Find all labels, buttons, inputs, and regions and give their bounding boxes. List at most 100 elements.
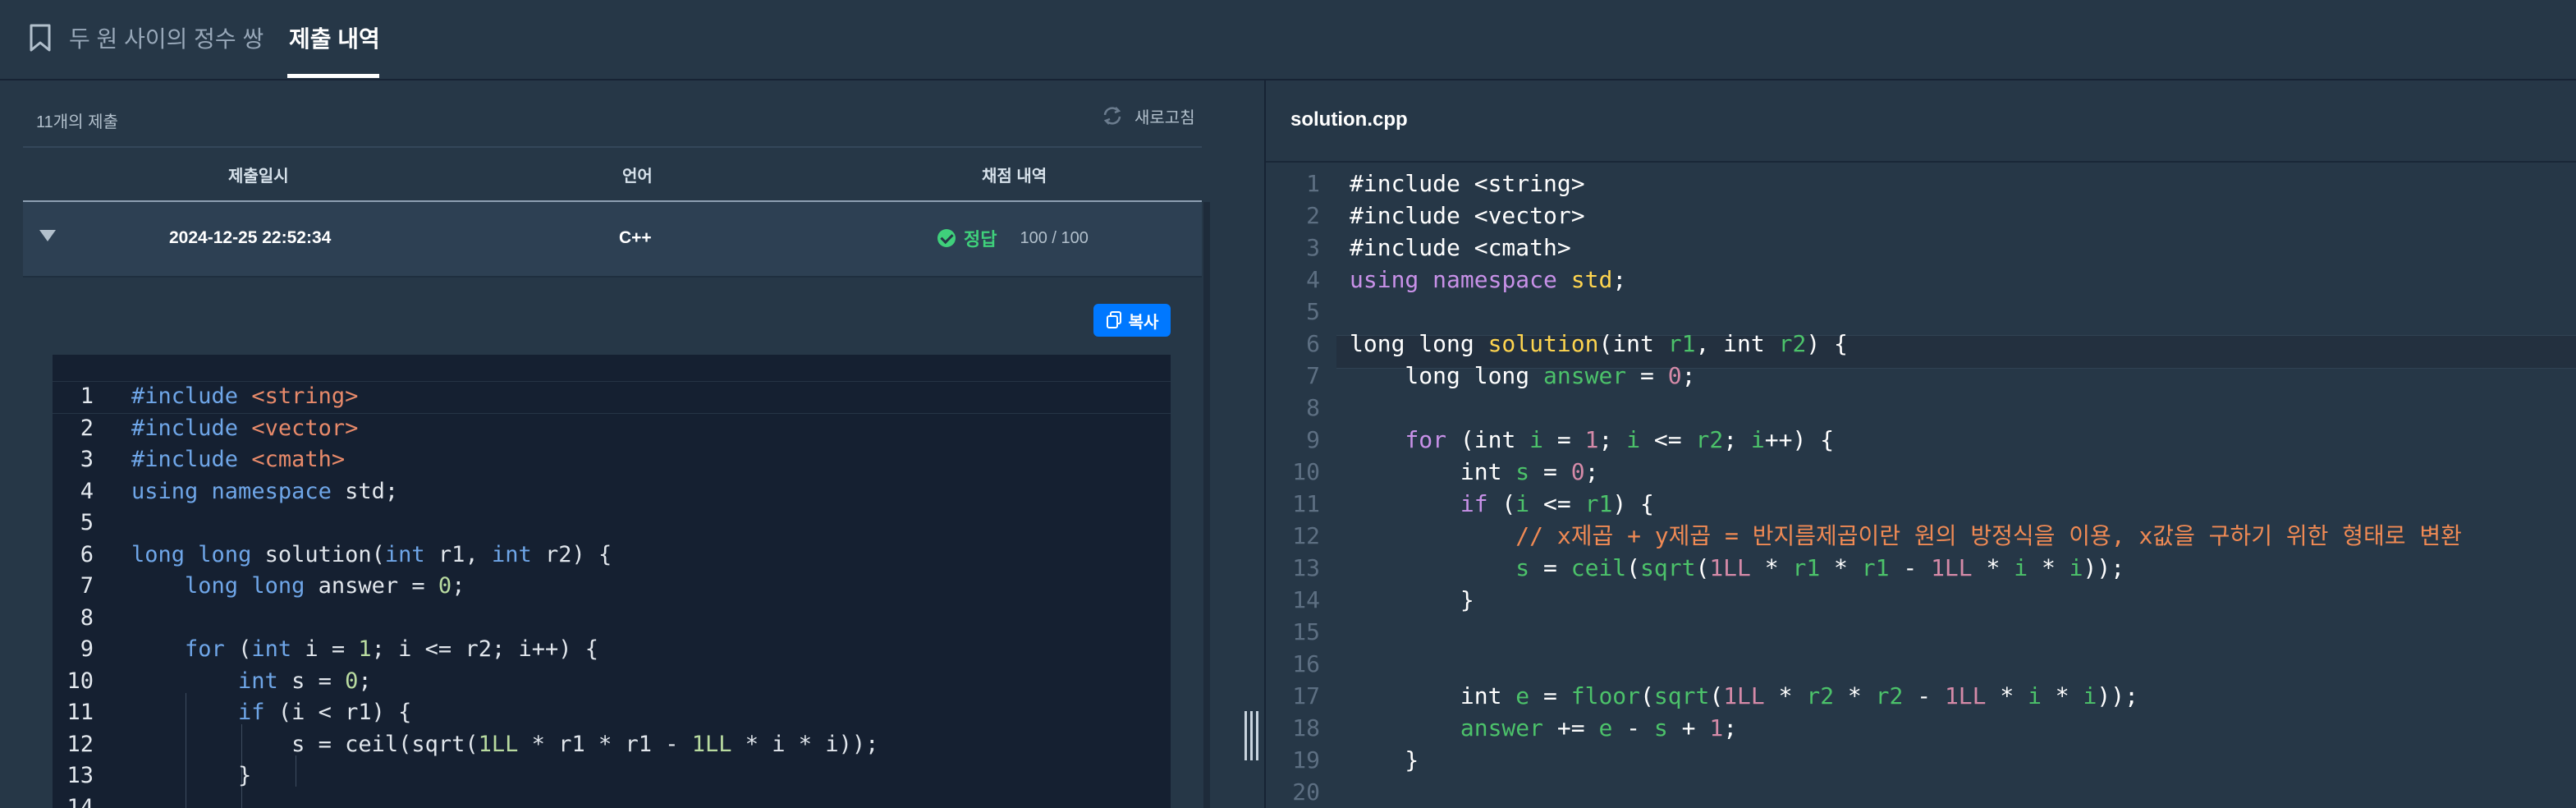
line-number: 19 xyxy=(1292,746,1320,774)
line-number: 7 xyxy=(80,573,94,599)
line-number: 6 xyxy=(80,541,94,567)
code-text: } xyxy=(1350,586,1474,613)
submission-count: 11개의 제출 xyxy=(36,113,118,131)
line-number: 4 xyxy=(1306,266,1320,293)
code-line: 9 for (int i = 1; i <= r2; i++) { xyxy=(1266,424,2576,456)
line-number: 5 xyxy=(1306,298,1320,325)
code-text: int e = floor(sqrt(1LL * r2 * r2 - 1LL *… xyxy=(1350,682,2138,709)
line-number: 11 xyxy=(1292,490,1320,517)
code-line: 14 } xyxy=(1266,584,2576,616)
code-line: 20 xyxy=(1266,776,2576,808)
column-header-result: 채점 내역 xyxy=(982,168,1047,186)
line-number: 8 xyxy=(80,604,94,631)
line-number: 2 xyxy=(80,415,94,441)
code-line: 11 if (i <= r1) { xyxy=(1266,488,2576,520)
column-header-datetime: 제출일시 xyxy=(228,168,289,186)
code-text: answer += e - s + 1; xyxy=(1460,714,1738,741)
line-number: 15 xyxy=(1292,618,1320,645)
line-number: 12 xyxy=(1292,522,1320,549)
code-text: long long solution(int r1, int r2) { xyxy=(1350,330,1848,357)
scrollbar[interactable] xyxy=(1203,202,1210,808)
bookmark-icon[interactable] xyxy=(28,23,53,53)
line-number: 9 xyxy=(1306,426,1320,453)
line-number: 10 xyxy=(66,668,94,694)
caret-down-icon[interactable] xyxy=(39,230,56,241)
code-line: 3 #include <cmath> xyxy=(1266,232,2576,264)
line-number: 6 xyxy=(1306,330,1320,357)
top-bar: 두 원 사이의 정수 쌍 제출 내역 xyxy=(0,0,2576,80)
code-text: int s = 0; xyxy=(238,668,372,694)
code-line: 3 #include <cmath> xyxy=(53,444,1171,475)
code-text: } xyxy=(131,763,252,788)
code-line: 4 using namespace std; xyxy=(1266,264,2576,296)
code-line: 9 for (int i = 1; i <= r2; i++) { xyxy=(53,634,1171,665)
code-text: s = ceil(sqrt(1LL * r1 * r1 - 1LL * i * … xyxy=(1515,554,2125,581)
copy-label: 복사 xyxy=(1128,313,1159,332)
code-line: 2 #include <vector> xyxy=(53,413,1171,444)
check-circle-icon xyxy=(937,229,956,247)
line-number: 3 xyxy=(1306,234,1320,261)
code-text: #include <cmath> xyxy=(1350,234,1571,261)
panel-resize-handle[interactable] xyxy=(1244,711,1263,760)
line-number: 7 xyxy=(1306,362,1320,389)
code-text: s = ceil(sqrt(1LL * r1 * r1 - 1LL * i * … xyxy=(131,731,879,757)
submission-language: C++ xyxy=(619,228,652,247)
line-number: 1 xyxy=(80,383,94,409)
code-line: 1 #include <string> xyxy=(1266,174,2576,200)
line-number: 5 xyxy=(80,510,94,535)
line-number: 13 xyxy=(1292,554,1320,581)
file-name: solution.cpp xyxy=(1290,108,1408,131)
code-text: long long answer = 0; xyxy=(185,573,465,599)
code-editor[interactable]: 1 #include <string> 2 #include <vector> 3 #in… xyxy=(1266,174,2576,808)
code-line: 14 xyxy=(53,792,1171,808)
code-line: 11 if (i < r1) { xyxy=(53,697,1171,728)
code-text: // x제곱 + y제곱 = 반지름제곱이란 원의 방정식을 이용, x값을 구… xyxy=(1350,522,2462,549)
code-text: if (i < r1) { xyxy=(238,700,412,725)
copy-button[interactable]: 복사 xyxy=(1093,304,1171,337)
line-number: 4 xyxy=(80,478,94,504)
code-line: 8 xyxy=(1266,392,2576,424)
line-number: 3 xyxy=(80,447,94,472)
submission-result: 정답 100 / 100 xyxy=(937,225,1089,251)
line-number: 1 xyxy=(1306,174,1320,197)
submitted-code-view[interactable]: 1 #include <string> 2 #include <vector> 3 #in… xyxy=(53,355,1171,808)
code-line: 19 } xyxy=(1266,744,2576,776)
tab-submissions[interactable]: 제출 내역 xyxy=(289,21,380,54)
code-line: 5 xyxy=(53,507,1171,539)
line-number: 2 xyxy=(1306,202,1320,229)
line-number: 14 xyxy=(1292,586,1320,613)
code-line: 4 using namespace std; xyxy=(53,476,1171,507)
line-number: 16 xyxy=(1292,650,1320,677)
problem-title[interactable]: 두 원 사이의 정수 쌍 xyxy=(69,21,264,54)
editor-panel: solution.cpp 1 #include <string> 2 #include… xyxy=(1264,80,2576,808)
line-number: 17 xyxy=(1292,682,1320,709)
code-line: 7 long long answer = 0; xyxy=(1266,360,2576,392)
table-row[interactable]: 2024-12-25 22:52:34 C++ 정답 100 / 100 xyxy=(23,202,1202,278)
code-line: 12 // x제곱 + y제곱 = 반지름제곱이란 원의 방정식을 이용, x값… xyxy=(1266,520,2576,552)
code-line: 10 int s = 0; xyxy=(1266,456,2576,488)
code-text: long long answer = 0; xyxy=(1350,362,1696,389)
submission-datetime: 2024-12-25 22:52:34 xyxy=(169,228,332,247)
code-text: using namespace std; xyxy=(1350,266,1627,293)
code-text: long long solution(int r1, int r2) { xyxy=(131,541,612,567)
code-line: 18 answer += e - s + 1; xyxy=(1266,712,2576,744)
code-text: #include <vector> xyxy=(1350,202,1585,229)
editor-header-border xyxy=(1266,161,2576,163)
code-line: 13 } xyxy=(53,760,1171,792)
code-text: } xyxy=(1350,746,1419,774)
code-line: 13 s = ceil(sqrt(1LL * r1 * r1 - 1LL * i… xyxy=(1266,552,2576,584)
code-line: 10 int s = 0; xyxy=(53,666,1171,697)
code-text: if (i <= r1) { xyxy=(1460,490,1654,517)
refresh-label: 새로고침 xyxy=(1134,108,1195,127)
code-line: 1 #include <string> xyxy=(53,381,1171,412)
status-badge: 정답 xyxy=(964,229,997,250)
line-number: 14 xyxy=(66,794,94,808)
code-text: for (int i = 1; i <= r2; i++) { xyxy=(185,636,598,662)
line-number: 13 xyxy=(66,763,94,788)
table-top-border xyxy=(23,146,1202,148)
code-line: 17 int e = floor(sqrt(1LL * r2 * r2 - 1L… xyxy=(1266,680,2576,712)
refresh-button[interactable]: 새로고침 xyxy=(1100,103,1195,128)
code-text: #include <string> xyxy=(1350,174,1585,197)
active-tab-indicator xyxy=(287,74,379,78)
submission-score: 100 / 100 xyxy=(1020,228,1089,247)
